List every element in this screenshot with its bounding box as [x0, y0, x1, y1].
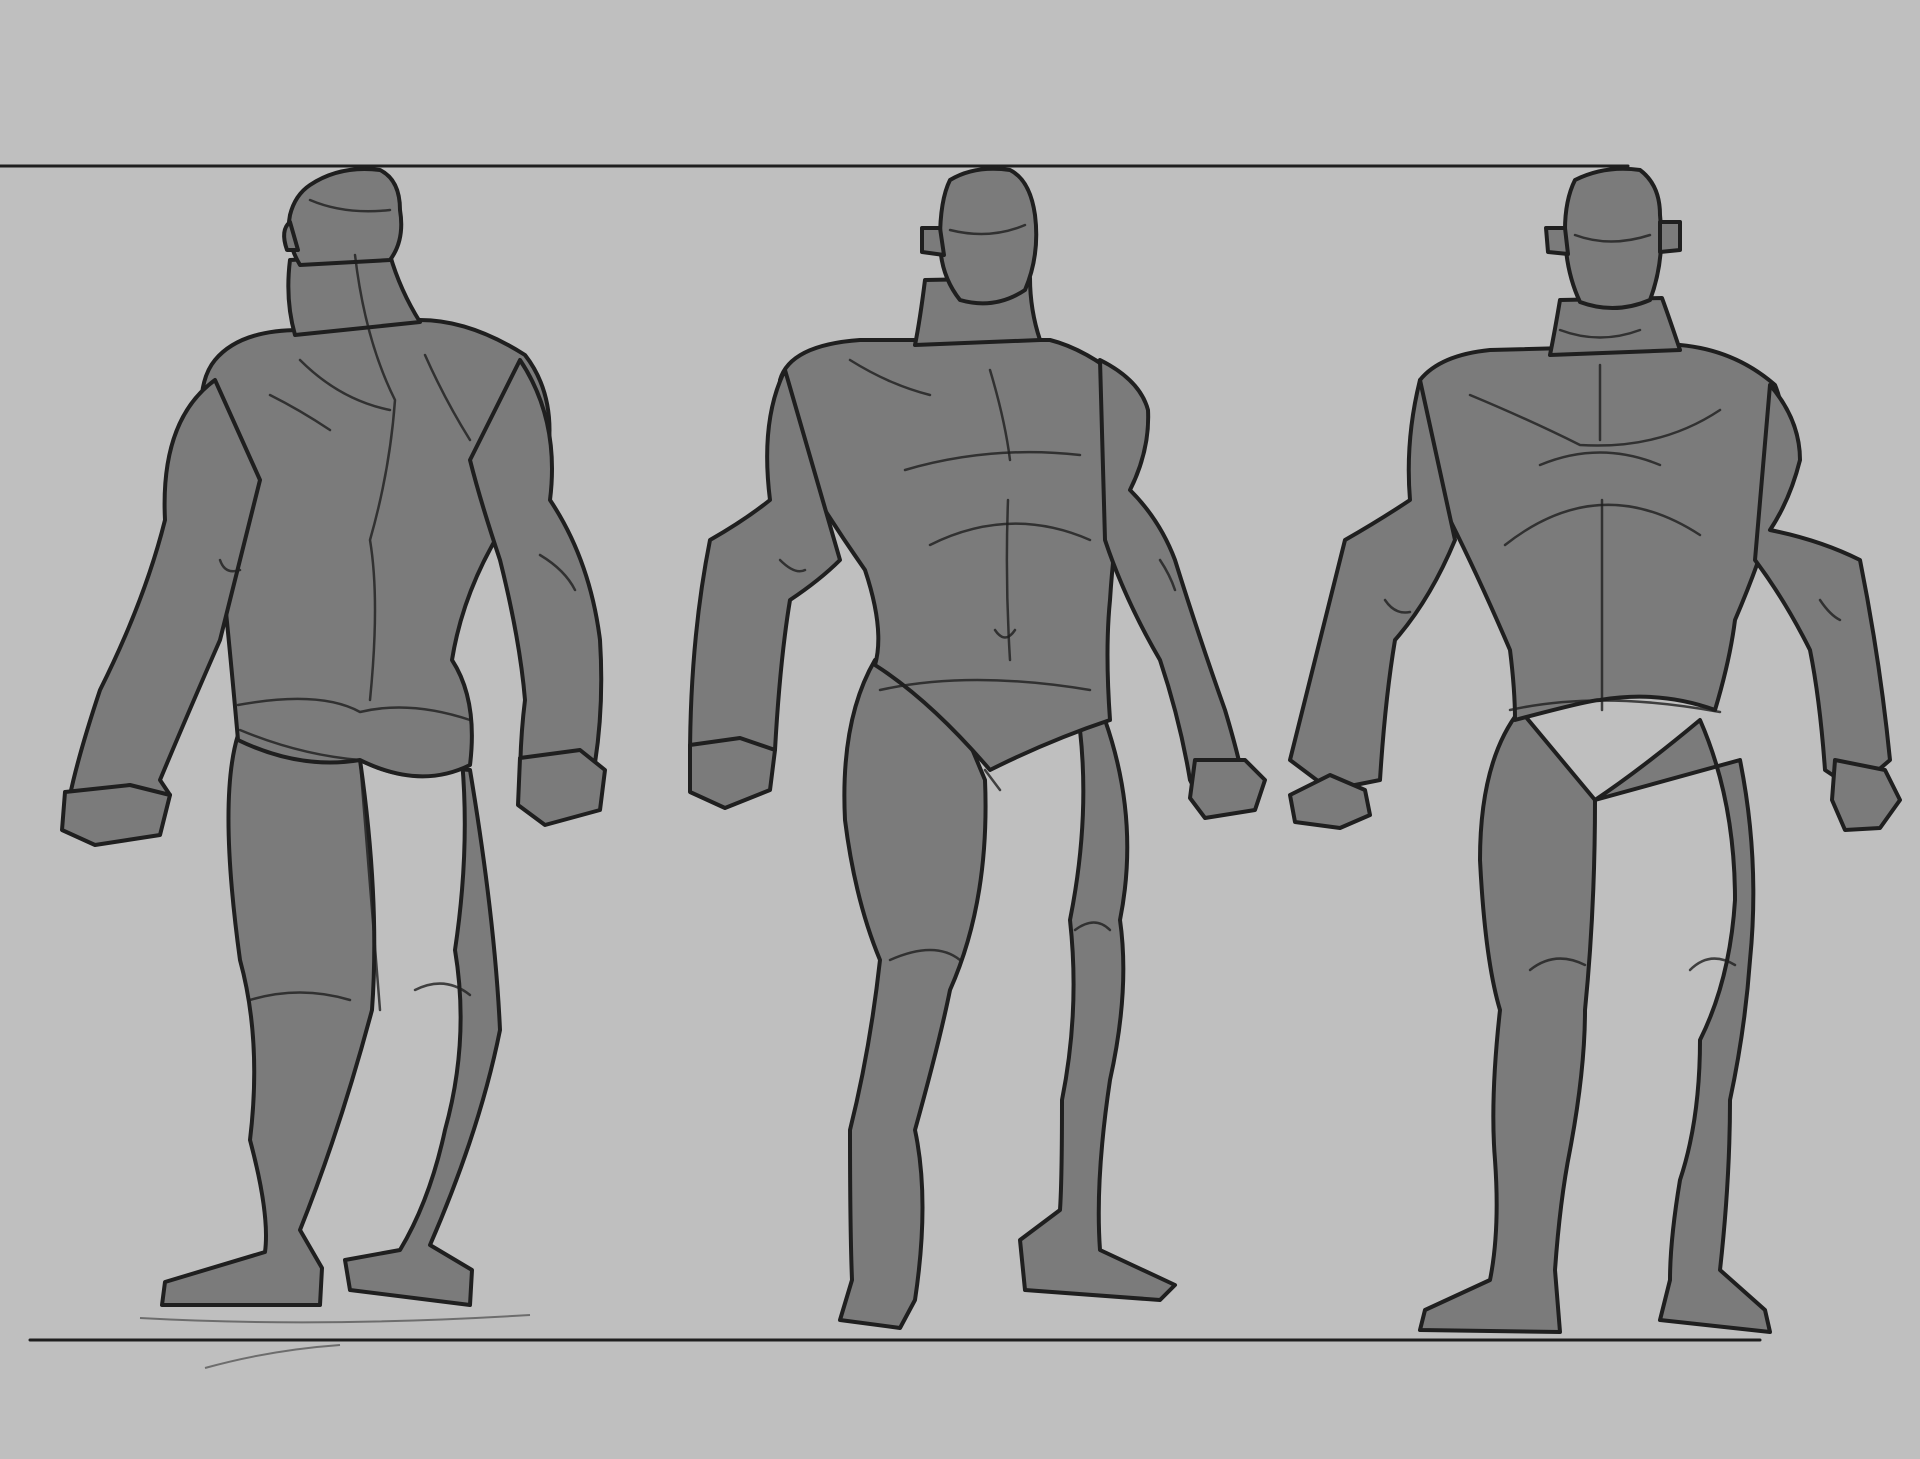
tq-left-leg: [838, 658, 988, 1330]
front-left-leg: [1418, 708, 1597, 1334]
front-left-arm: [1288, 378, 1457, 792]
tq-head: [938, 166, 1039, 306]
back-head: [286, 167, 404, 267]
tq-right-leg: [983, 718, 1177, 1302]
front-ear-right: [1658, 220, 1682, 254]
ground-shadow-sketch: [139, 1314, 531, 1324]
front-right-arm: [1753, 383, 1892, 792]
back-left-fist: [60, 783, 172, 847]
back-view-figure: [60, 167, 607, 1307]
tq-right-arm: [1098, 358, 1247, 802]
front-head: [1563, 166, 1664, 311]
tq-right-fist: [1188, 758, 1267, 820]
back-left-leg: [160, 733, 377, 1307]
back-right-fist: [516, 748, 607, 827]
tq-ear: [920, 226, 946, 257]
turnaround-sheet: [0, 164, 1902, 1369]
tq-left-fist: [688, 736, 777, 810]
front-ear-left: [1544, 226, 1570, 256]
front-view-figure: [1288, 166, 1902, 1334]
front-right-leg: [1593, 718, 1772, 1334]
three-quarter-view-figure: [688, 166, 1267, 1330]
back-neck: [286, 253, 422, 337]
back-right-arm: [468, 358, 604, 802]
ground-shadow-sketch-2: [204, 1344, 341, 1369]
front-right-fist: [1830, 758, 1902, 832]
turnaround-canvas: [0, 0, 1920, 1459]
